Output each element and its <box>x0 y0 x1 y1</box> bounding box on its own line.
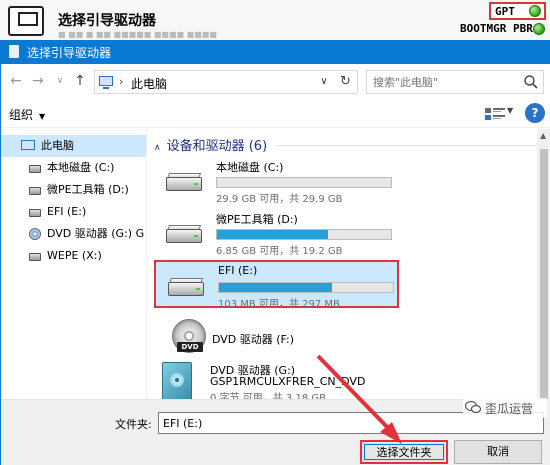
dvd-icon <box>29 228 41 240</box>
scrollbar-thumb[interactable] <box>540 149 548 399</box>
drive-item-c[interactable]: 本地磁盘 (C:) 29.9 GB 可用，共 29.9 GB <box>154 157 399 205</box>
collapse-chevron-icon: ∧ <box>154 143 161 153</box>
drive-icon <box>29 165 41 173</box>
organize-dropdown-icon: ▼ <box>39 112 46 121</box>
address-dropdown-icon[interactable]: ∨ <box>314 72 334 92</box>
dvd-drive-icon: DVD <box>172 319 206 353</box>
group-header-label: 设备和驱动器 (6) <box>166 139 268 154</box>
recent-locations-dropdown-icon[interactable]: ∨ <box>51 72 69 90</box>
search-box[interactable] <box>366 70 544 94</box>
drive-usage-fill <box>219 283 333 292</box>
help-icon[interactable]: ? <box>525 103 545 123</box>
organize-label: 组织 <box>9 108 34 122</box>
cancel-button[interactable]: 取消 <box>454 440 542 464</box>
floppy-disk-icon <box>8 6 44 36</box>
gpt-label: GPT <box>495 5 515 18</box>
hard-drive-icon <box>168 278 204 298</box>
drive-icon <box>29 209 41 217</box>
sidebar-item-label: 本地磁盘 (C:) <box>47 161 115 174</box>
sidebar-item-label: 此电脑 <box>41 139 74 152</box>
up-arrow-icon[interactable]: ↑ <box>71 72 89 90</box>
drive-name: 微PE工具箱 (D:) <box>216 213 298 226</box>
drive-usage-fill <box>217 230 329 239</box>
background-faded-text: ■ ■■ ■ ■■ ■■■■■ ■■■■ ■■■■ <box>58 30 217 38</box>
hard-drive-icon <box>166 173 202 193</box>
bootmgr-status-dot-icon <box>533 23 545 35</box>
drive-icon <box>29 187 41 195</box>
content-pane: ∧ 设备和驱动器 (6) 本地磁盘 (C:) 29.9 GB 可用，共 29.9 … <box>148 129 550 404</box>
sidebar-item-label: WEPE (X:) <box>47 249 102 262</box>
disc-image-icon <box>162 362 192 400</box>
folder-label: 文件夹: <box>115 418 152 431</box>
watermark-text: 歪瓜运营 <box>485 402 534 416</box>
sidebar-item-drive-c[interactable]: 本地磁盘 (C:) <box>1 157 146 179</box>
sidebar-item-label: DVD 驱动器 (G:) G <box>47 227 145 240</box>
dialog-app-icon <box>9 45 19 58</box>
computer-icon <box>99 76 113 89</box>
group-divider <box>276 145 546 146</box>
select-folder-button[interactable]: 选择文件夹 <box>360 440 448 464</box>
drive-name: 本地磁盘 (C:) <box>216 161 284 174</box>
watermark: 歪瓜运营 <box>463 398 547 418</box>
sidebar-item-label: EFI (E:) <box>47 205 87 218</box>
hard-drive-icon <box>166 225 202 245</box>
drive-usage-bar <box>218 282 394 293</box>
background-window: 选择引导驱动器 ■ ■■ ■ ■■ ■■■■■ ■■■■ ■■■■ GPT BO… <box>0 0 550 40</box>
dialog-title: 选择引导驱动器 <box>27 46 112 60</box>
devices-group-header[interactable]: ∧ 设备和驱动器 (6) <box>154 135 267 154</box>
forward-arrow-icon[interactable]: → <box>29 72 47 90</box>
drive-space-info: 29.9 GB 可用，共 29.9 GB <box>216 194 343 205</box>
drive-name: EFI (E:) <box>218 264 258 277</box>
organize-menu[interactable]: 组织 ▼ <box>9 106 45 123</box>
command-toolbar: 组织 ▼ ▼ ? <box>1 100 550 128</box>
dialog-titlebar[interactable]: 选择引导驱动器 <box>1 40 550 64</box>
dvd-badge: DVD <box>177 342 203 352</box>
refresh-icon[interactable]: ↻ <box>334 70 358 94</box>
back-arrow-icon[interactable]: ← <box>7 72 25 90</box>
bootmgr-label: BOOTMGR PBR <box>460 22 533 35</box>
drive-name: DVD 驱动器 (F:) <box>212 333 295 346</box>
volume-label: GSP1RMCULXFRER_CN_DVD <box>210 375 366 388</box>
breadcrumb-this-pc[interactable]: 此电脑 <box>131 75 167 92</box>
breadcrumb-separator-icon: › <box>119 75 124 88</box>
navigation-pane: 此电脑 本地磁盘 (C:) 微PE工具箱 (D:) EFI (E:) DVD 驱… <box>1 129 147 399</box>
change-view-icon[interactable] <box>483 105 509 123</box>
sidebar-item-label: 微PE工具箱 (D:) <box>47 183 129 196</box>
gpt-status-dot-icon <box>529 5 541 17</box>
scroll-up-icon[interactable]: ▲ <box>540 131 546 140</box>
wechat-icon <box>465 400 481 414</box>
sidebar-item-drive-d[interactable]: 微PE工具箱 (D:) <box>1 179 146 201</box>
drive-usage-bar <box>216 229 392 240</box>
search-icon[interactable] <box>523 74 539 90</box>
drive-space-info: 103 MB 可用，共 297 MB <box>218 299 340 310</box>
sidebar-item-this-pc[interactable]: 此电脑 <box>1 135 146 157</box>
drive-icon <box>29 253 41 261</box>
content-scrollbar[interactable]: ▲ <box>537 129 550 399</box>
navigation-bar: ← → ∨ ↑ › 此电脑 ∨ ↻ <box>1 64 550 100</box>
view-options-dropdown-icon[interactable]: ▼ <box>507 106 513 115</box>
sidebar-item-drive-e[interactable]: EFI (E:) <box>1 201 146 223</box>
background-window-title: 选择引导驱动器 <box>58 13 156 29</box>
sidebar-item-dvd-g[interactable]: DVD 驱动器 (G:) G <box>1 223 146 245</box>
drive-item-e[interactable]: EFI (E:) 103 MB 可用，共 297 MB <box>154 260 399 310</box>
sidebar-item-drive-x[interactable]: WEPE (X:) <box>1 245 146 267</box>
drive-item-dvd-g[interactable]: DVD 驱动器 (G:) GSP1RMCULXFRER_CN_DVD 0 字节 … <box>152 362 432 404</box>
select-folder-label: 选择文件夹 <box>364 444 444 460</box>
computer-icon <box>21 140 35 150</box>
search-input[interactable] <box>367 71 522 93</box>
drive-item-dvd-f[interactable]: DVD DVD 驱动器 (F:) <box>164 319 424 359</box>
drive-item-d[interactable]: 微PE工具箱 (D:) 6.85 GB 可用，共 19.2 GB <box>154 209 399 257</box>
gpt-status: GPT <box>489 2 546 20</box>
drive-space-info: 6.85 GB 可用，共 19.2 GB <box>216 246 343 257</box>
drive-usage-bar <box>216 177 392 188</box>
